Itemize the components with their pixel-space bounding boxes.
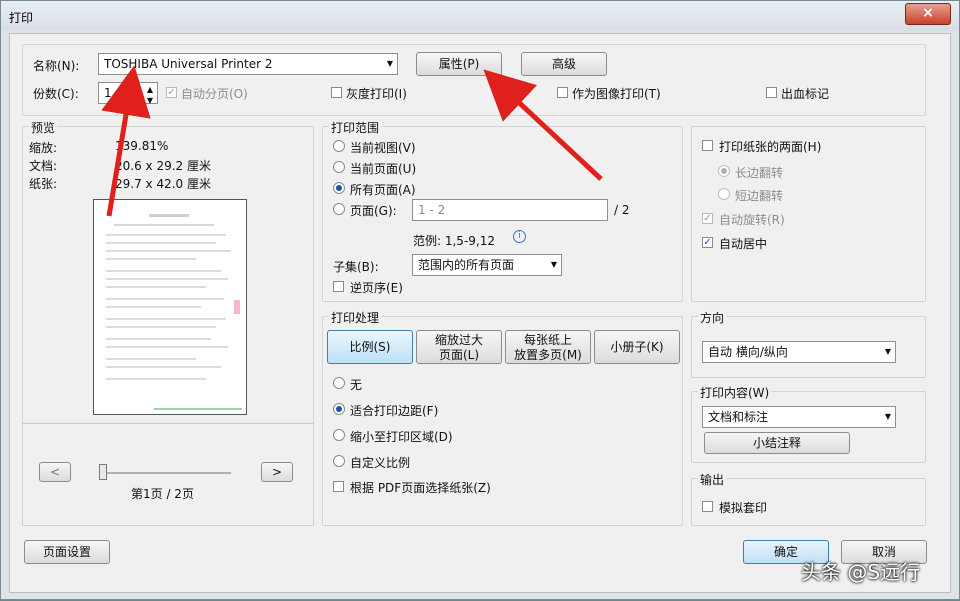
annotation-arrows: [101, 65, 603, 217]
arrow-to-properties: [483, 69, 603, 181]
print-dialog: 打印 × 名称(N): TOSHIBA Universal Printer 2 …: [0, 0, 960, 600]
arrow-to-printer-name: [101, 65, 151, 217]
watermark-text: 头条 @S远行: [801, 560, 921, 584]
